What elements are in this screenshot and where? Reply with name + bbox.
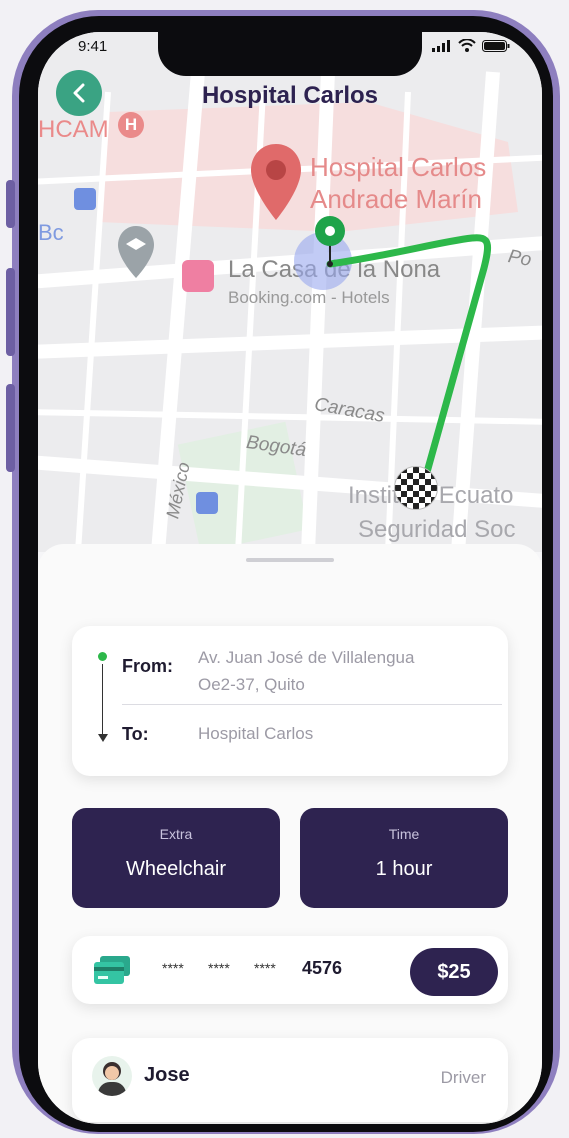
driver-role: Driver [440, 1068, 486, 1087]
route-card[interactable]: From: Av. Juan José de Villalengua Oe2-3… [72, 626, 508, 776]
avatar-icon [92, 1056, 132, 1096]
route-line [326, 234, 492, 494]
card-mask-1: **** [162, 960, 184, 976]
origin-pin-icon [315, 216, 345, 246]
credit-card-icon [94, 956, 130, 984]
volume-up-button [6, 268, 15, 356]
notch [158, 32, 422, 76]
time-caption: Time [388, 826, 420, 842]
time-value: 1 hour [375, 858, 433, 880]
to-address: Hospital Carlos [198, 724, 314, 743]
wifi-icon [458, 39, 476, 52]
destination-flag-icon [394, 466, 438, 510]
route-divider [122, 704, 502, 705]
bottom-sheet: From: Av. Juan José de Villalengua Oe2-3… [38, 544, 542, 1124]
driver-name: Jose [144, 1064, 190, 1086]
card-mask-3: **** [254, 960, 276, 976]
arrow-down-icon [98, 734, 108, 742]
volume-down-button [6, 384, 15, 472]
mute-switch [6, 180, 15, 228]
from-address-line1: Av. Juan José de Villalengua [198, 648, 415, 667]
driver-card[interactable]: Jose Driver [72, 1038, 508, 1122]
card-mask-2: **** [208, 960, 230, 976]
status-icons [432, 39, 510, 52]
from-label: From: [122, 656, 173, 676]
battery-icon [482, 39, 510, 52]
time-option-button[interactable]: Time 1 hour [300, 808, 508, 908]
screen: HCAM H Hospital Carlos Andrade Marín Bc … [38, 32, 542, 1124]
extra-value: Wheelchair [125, 858, 227, 880]
map[interactable]: HCAM H Hospital Carlos Andrade Marín Bc … [38, 32, 542, 552]
from-address-line2: Oe2-37, Quito [198, 675, 305, 694]
signal-icon [432, 39, 450, 52]
route-origin-dot [98, 652, 107, 661]
extra-option-button[interactable]: Extra Wheelchair [72, 808, 280, 908]
card-last4: 4576 [302, 958, 343, 978]
to-label: To: [122, 724, 149, 744]
page-title: Hospital Carlos [201, 82, 379, 109]
status-time: 9:41 [78, 38, 108, 55]
price-badge[interactable]: $25 [410, 948, 498, 996]
sheet-handle[interactable] [246, 558, 334, 562]
extra-caption: Extra [159, 826, 193, 842]
route-connector-line [102, 664, 103, 734]
